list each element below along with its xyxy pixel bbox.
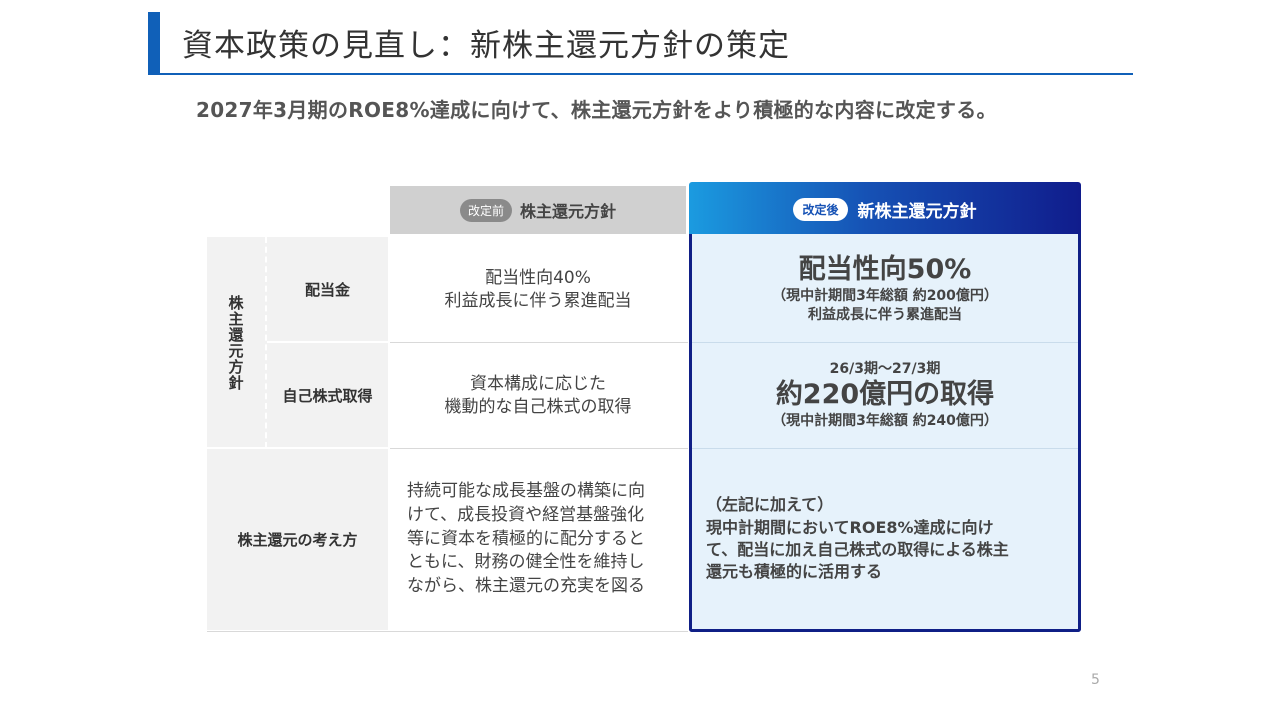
group-label: 株主還元方針 — [207, 237, 267, 448]
before-dividend-line: 配当性向40% — [485, 267, 591, 288]
row-divider — [390, 342, 688, 343]
after-dividend: 配当性向50% （現中計期間3年総額 約200億円） 利益成長に伴う累進配当 — [692, 237, 1078, 342]
table-bottom-line — [207, 631, 688, 632]
page-title: 資本政策の見直し：新株主還元方針の策定 — [182, 28, 790, 64]
row-divider — [207, 447, 388, 449]
after-policy-line: （左記に加えて） — [706, 495, 834, 515]
before-dividend: 配当性向40% 利益成長に伴う累進配当 — [390, 237, 686, 342]
before-buyback-line: 機動的な自己株式の取得 — [444, 396, 632, 417]
after-buyback: 26/3期～27/3期 約220億円の取得 （現中計期間3年総額 約240億円） — [692, 343, 1078, 448]
after-dividend-sub: 利益成長に伴う累進配当 — [808, 306, 962, 323]
badge-before: 改定前 — [459, 198, 512, 222]
before-policy: 持続可能な成長基盤の構築に向 けて、成長投資や経営基盤強化 等に資本を積極的に配… — [390, 449, 686, 630]
row-divider — [267, 341, 388, 343]
before-policy-line: 等に資本を積極的に配分すると — [407, 528, 645, 549]
header-after: 改定後 新株主還元方針 — [689, 182, 1081, 236]
before-policy-line: けて、成長投資や経営基盤強化 — [407, 504, 645, 525]
row-label-policy: 株主還元の考え方 — [207, 449, 388, 630]
header-before: 改定前 株主還元方針 — [390, 186, 686, 234]
header-after-label: 新株主還元方針 — [857, 201, 977, 222]
row-label-dividend: 配当金 — [267, 237, 388, 342]
before-policy-line: ともに、財務の健全性を維持し — [407, 552, 645, 573]
after-policy-line: て、配当に加え自己株式の取得による株主 — [706, 540, 1009, 559]
after-buyback-sub: （現中計期間3年総額 約240億円） — [772, 412, 998, 429]
badge-after: 改定後 — [793, 197, 848, 221]
before-buyback-line: 資本構成に応じた — [470, 373, 606, 394]
after-dividend-sub: （現中計期間3年総額 約200億円） — [772, 287, 998, 304]
header-before-label: 株主還元方針 — [520, 202, 617, 221]
before-dividend-line: 利益成長に伴う累進配当 — [444, 290, 632, 311]
after-dividend-main: 配当性向50% — [798, 254, 972, 286]
before-buyback: 資本構成に応じた 機動的な自己株式の取得 — [390, 343, 686, 448]
before-policy-line: ながら、株主還元の充実を図る — [407, 576, 645, 597]
after-buyback-period: 26/3期～27/3期 — [829, 361, 941, 378]
page-subtitle: 2027年3月期のROE8%達成に向けて、株主還元方針をより積極的な内容に改定す… — [196, 98, 997, 122]
after-policy-line: 還元も積極的に活用する — [706, 562, 883, 582]
title-underline — [148, 73, 1133, 75]
page-number: 5 — [1091, 672, 1100, 688]
after-buyback-main: 約220億円の取得 — [775, 379, 995, 411]
after-policy-line: 現中計期間においてROE8%達成に向け — [706, 517, 994, 537]
before-policy-line: 持続可能な成長基盤の構築に向 — [407, 481, 645, 501]
title-accent-bar — [148, 12, 160, 75]
row-label-buyback: 自己株式取得 — [267, 343, 388, 448]
row-divider — [390, 448, 688, 449]
after-policy: （左記に加えて） 現中計期間においてROE8%達成に向け て、配当に加え自己株式… — [692, 449, 1078, 629]
